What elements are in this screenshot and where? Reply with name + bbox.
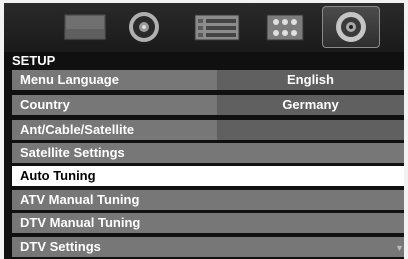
menu-icon-bar (4, 3, 404, 52)
setup-icon[interactable] (322, 6, 380, 48)
dtv-manual-tuning-label: DTV Manual Tuning (20, 215, 141, 230)
country-label: Country (20, 97, 70, 112)
auto-tuning-row[interactable]: Auto Tuning (12, 166, 404, 186)
auto-tuning-label: Auto Tuning (20, 168, 96, 183)
menu-language-label: Menu Language (20, 72, 119, 87)
sound-icon[interactable] (122, 7, 166, 47)
country-value[interactable]: Germany (217, 95, 404, 115)
dtv-settings-row[interactable]: DTV Settings (12, 237, 404, 257)
picture-icon[interactable] (56, 7, 114, 47)
country-row[interactable]: Country Germany (12, 95, 404, 115)
features-icon[interactable] (263, 7, 307, 47)
menu-language-row[interactable]: Menu Language English (12, 70, 404, 90)
ant-cable-satellite-value[interactable] (217, 120, 404, 140)
tv-menu-screen: SETUP Menu Language English Country Germ… (4, 3, 404, 259)
atv-manual-tuning-row[interactable]: ATV Manual Tuning (12, 190, 404, 210)
dtv-settings-label: DTV Settings (20, 239, 101, 254)
ant-cable-satellite-row[interactable]: Ant/Cable/Satellite (12, 120, 404, 140)
dtv-manual-tuning-row[interactable]: DTV Manual Tuning (12, 213, 404, 233)
ant-cable-satellite-label: Ant/Cable/Satellite (20, 122, 135, 137)
menu-language-value[interactable]: English (217, 70, 404, 90)
menu-title: SETUP (12, 53, 56, 68)
atv-manual-tuning-label: ATV Manual Tuning (20, 192, 140, 207)
satellite-settings-row[interactable]: Satellite Settings (12, 143, 404, 163)
scroll-down-icon: ▼ (395, 243, 404, 253)
preferences-icon[interactable] (188, 7, 246, 47)
satellite-settings-label: Satellite Settings (20, 145, 125, 160)
